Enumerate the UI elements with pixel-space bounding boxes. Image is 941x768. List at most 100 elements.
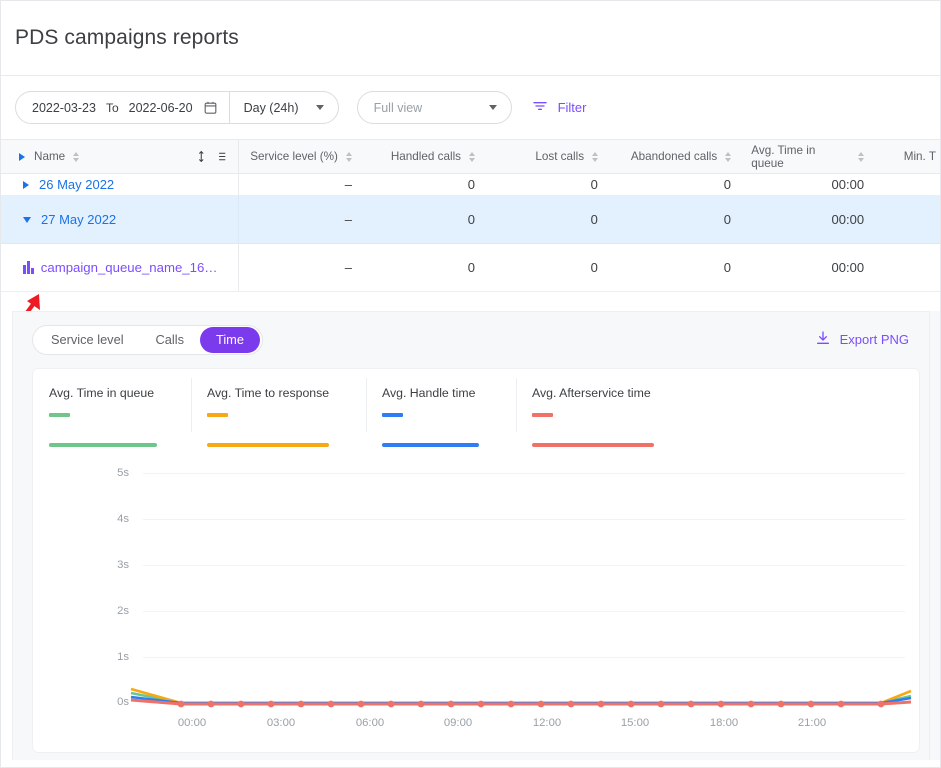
sort-icon[interactable] xyxy=(725,151,732,162)
tab-calls[interactable]: Calls xyxy=(140,327,200,353)
x-tick-label: 12:00 xyxy=(532,717,562,729)
row-abandoned-calls: 0 xyxy=(723,177,731,192)
download-icon xyxy=(815,330,831,349)
sort-icon[interactable] xyxy=(592,151,599,162)
view-select[interactable]: Full view xyxy=(356,91,512,124)
x-tick-label: 15:00 xyxy=(620,717,650,729)
row-min-time xyxy=(874,244,940,291)
row-avg-time-in-queue: 00:00 xyxy=(831,177,865,192)
column-header-name[interactable]: Name xyxy=(1,139,239,174)
legend-item[interactable]: Avg. Time to response xyxy=(191,369,366,447)
reports-table: Name Service level (%) Handled calls Los… xyxy=(1,139,940,292)
row-service-level: – xyxy=(344,212,352,227)
row-min-time xyxy=(874,174,940,195)
row-handled-calls: 0 xyxy=(467,260,475,275)
sort-icon[interactable] xyxy=(858,151,865,162)
row-service-level: – xyxy=(344,177,352,192)
view-select-placeholder: Full view xyxy=(373,100,423,115)
sort-icon[interactable] xyxy=(469,151,476,162)
row-name-cell[interactable]: 27 May 2022 xyxy=(1,196,239,243)
export-png-button[interactable]: Export PNG xyxy=(815,330,909,349)
legend-swatch xyxy=(382,413,403,417)
legend-label: Avg. Time in queue xyxy=(49,386,155,400)
legend-swatch xyxy=(207,413,228,417)
legend-label: Avg. Handle time xyxy=(382,386,476,400)
column-header-service-level[interactable]: Service level (%) xyxy=(239,139,362,174)
column-header-handled-calls[interactable]: Handled calls xyxy=(362,139,485,174)
expand-all-icon[interactable] xyxy=(19,152,25,161)
metric-tabs: Service level Calls Time xyxy=(32,324,263,355)
x-tick-label: 09:00 xyxy=(443,717,473,729)
row-name-cell[interactable]: 26 May 2022 xyxy=(1,174,239,195)
date-range-values[interactable]: 2022-03-23 To 2022-06-20 xyxy=(32,101,203,115)
chart-toolbar: Service level Calls Time Export PNG xyxy=(13,312,931,367)
row-lost-calls: 0 xyxy=(590,260,598,275)
legend-item[interactable]: Avg. Handle time xyxy=(366,369,516,447)
column-header-lost-calls[interactable]: Lost calls xyxy=(485,139,608,174)
column-header-min-time-label: Min. T xyxy=(903,150,936,163)
column-header-name-label: Name xyxy=(34,150,66,163)
row-handled-calls: 0 xyxy=(467,212,475,227)
report-toolbar: 2022-03-23 To 2022-06-20 Day (24h) Full … xyxy=(1,76,940,139)
x-tick-label: 21:00 xyxy=(797,717,827,729)
row-name-cell[interactable]: campaign_queue_name_16… xyxy=(1,244,239,291)
table-row[interactable]: campaign_queue_name_16… – 0 0 0 00:00 xyxy=(1,244,940,292)
row-abandoned-calls: 0 xyxy=(723,260,731,275)
panel-scroll-gutter[interactable] xyxy=(929,311,940,760)
row-avg-time-in-queue: 00:00 xyxy=(831,212,865,227)
granularity-value: Day (24h) xyxy=(243,100,299,115)
x-tick-label: 06:00 xyxy=(355,717,385,729)
row-name-label: 26 May 2022 xyxy=(39,177,115,192)
legend-label: Avg. Time to response xyxy=(207,386,330,400)
chart-legend: Avg. Time in queue Avg. Time to response… xyxy=(33,369,919,447)
reports-page: PDS campaigns reports 2022-03-23 To 2022… xyxy=(0,0,941,768)
table-header-row: Name Service level (%) Handled calls Los… xyxy=(1,139,940,174)
legend-item[interactable]: Avg. Time in queue xyxy=(33,369,191,447)
series-line-avg-handle-time xyxy=(130,695,912,705)
column-header-lost-calls-label: Lost calls xyxy=(535,150,585,163)
row-avg-time-in-queue: 00:00 xyxy=(831,260,865,275)
legend-swatch xyxy=(532,413,553,417)
expand-row-icon[interactable] xyxy=(23,180,29,189)
date-range-picker[interactable]: 2022-03-23 To 2022-06-20 Day (24h) xyxy=(15,91,339,124)
row-abandoned-calls: 0 xyxy=(723,212,731,227)
date-range-to-label: To xyxy=(105,100,119,115)
page-title: PDS campaigns reports xyxy=(15,26,239,49)
date-from-value[interactable]: 2022-03-23 xyxy=(32,101,96,115)
series-line-avg-afterservice-time xyxy=(130,698,912,708)
row-lost-calls: 0 xyxy=(590,212,598,227)
row-handled-calls: 0 xyxy=(467,177,475,192)
chart-card: Avg. Time in queue Avg. Time to response… xyxy=(32,368,920,753)
column-header-service-level-label: Service level (%) xyxy=(250,150,338,163)
row-lost-calls: 0 xyxy=(590,177,598,192)
sort-icon[interactable] xyxy=(345,151,352,162)
collapse-row-icon[interactable] xyxy=(23,216,31,223)
table-row[interactable]: 27 May 2022 – 0 0 0 00:00 xyxy=(1,196,940,244)
tab-service-level[interactable]: Service level xyxy=(35,327,140,353)
legend-swatch xyxy=(49,413,70,417)
column-header-min-time[interactable]: Min. T xyxy=(874,139,940,174)
sort-icon[interactable] xyxy=(73,151,80,162)
tab-time[interactable]: Time xyxy=(200,326,260,353)
campaign-link[interactable]: campaign_queue_name_16… xyxy=(41,260,218,275)
chart-panel: Service level Calls Time Export PNG Avg.… xyxy=(12,311,931,760)
row-min-time xyxy=(874,196,940,243)
filter-button[interactable]: Filter xyxy=(530,94,589,121)
column-header-abandoned-calls-label: Abandoned calls xyxy=(630,150,718,163)
export-png-label: Export PNG xyxy=(839,332,909,347)
filter-icon xyxy=(532,98,548,117)
date-to-value[interactable]: 2022-06-20 xyxy=(129,101,193,115)
column-header-avg-time-in-queue[interactable]: Avg. Time in queue xyxy=(741,139,874,174)
filter-label: Filter xyxy=(557,100,587,115)
x-tick-label: 18:00 xyxy=(709,717,739,729)
calendar-icon[interactable] xyxy=(203,100,218,115)
table-row[interactable]: 26 May 2022 – 0 0 0 00:00 xyxy=(1,174,940,196)
row-height-icon[interactable] xyxy=(198,150,226,163)
legend-item[interactable]: Avg. Afterservice time xyxy=(516,369,686,447)
chevron-down-icon xyxy=(315,105,324,110)
column-header-abandoned-calls[interactable]: Abandoned calls xyxy=(608,139,741,174)
page-header: PDS campaigns reports xyxy=(1,1,940,76)
series-line-avg-time-in-queue xyxy=(130,691,912,705)
bar-chart-icon[interactable] xyxy=(23,261,34,274)
granularity-select[interactable]: Day (24h) xyxy=(230,92,338,123)
